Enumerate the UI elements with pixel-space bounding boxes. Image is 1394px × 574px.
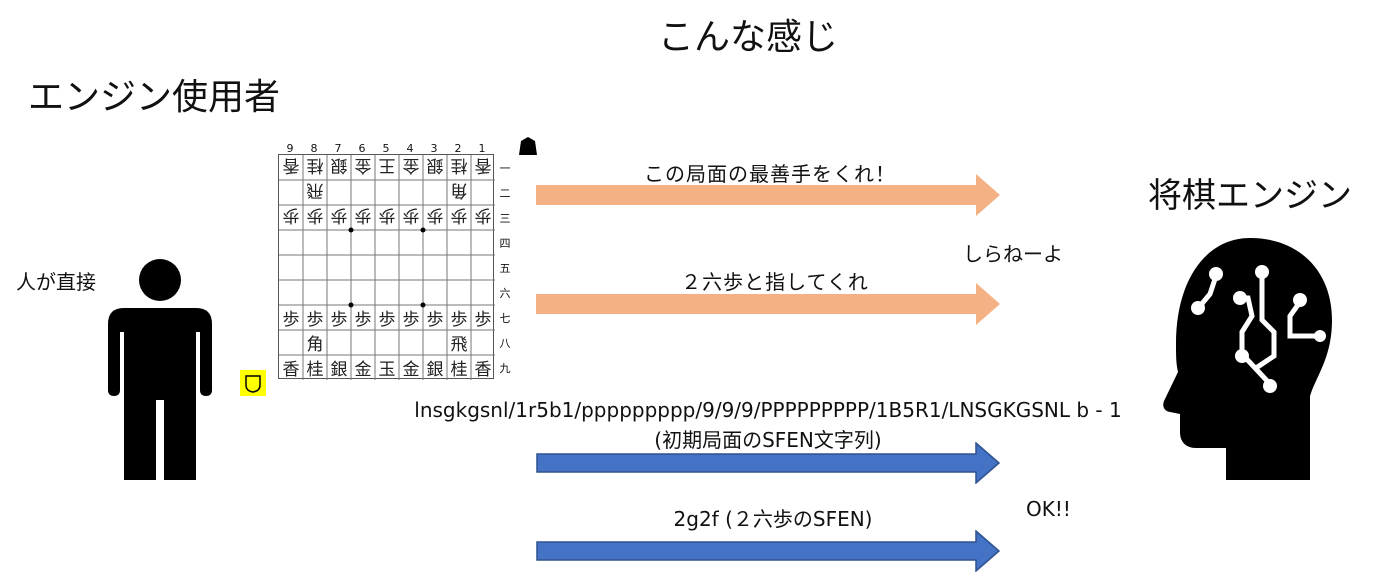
shogi-board: 香桂銀金王金銀桂香飛角歩歩歩歩歩歩歩歩歩歩歩歩歩歩歩歩歩歩角飛香桂銀金玉金銀桂香: [278, 154, 495, 380]
shogi-piece: 桂: [450, 155, 468, 175]
user-label: エンジン使用者: [28, 77, 281, 118]
arrow-sfen-position: [536, 442, 1001, 484]
shogi-piece: 銀: [426, 155, 444, 175]
shogi-piece: 歩: [450, 205, 468, 225]
shogi-piece: 玉: [378, 360, 396, 380]
sfen-move-message: 2g2f (２六歩のSFEN): [673, 507, 873, 531]
shogi-piece: 歩: [378, 310, 396, 330]
hand-marker: [240, 370, 266, 396]
shogi-piece: 香: [282, 155, 300, 175]
shogi-piece: 歩: [282, 310, 300, 330]
shogi-piece: 金: [402, 155, 420, 175]
shogi-piece: 桂: [450, 360, 468, 380]
board-rank-label: 八: [499, 337, 511, 350]
shogi-piece: 歩: [354, 310, 372, 330]
engine-label: 将棋エンジン: [1148, 176, 1352, 216]
shogi-piece: 桂: [306, 155, 324, 175]
shogi-piece-outline-icon: [245, 375, 261, 393]
shogi-piece: 歩: [402, 310, 420, 330]
shogi-piece: 歩: [450, 310, 468, 330]
shogi-piece: 歩: [330, 310, 348, 330]
shogi-piece: 王: [378, 155, 396, 175]
direct-label: 人が直接: [16, 270, 96, 294]
board-rank-label: 七: [499, 312, 511, 325]
arrow-best-move: [536, 174, 1000, 216]
shogi-piece: 角: [450, 180, 468, 200]
shogi-piece: 金: [354, 155, 372, 175]
shogi-piece: 飛: [306, 180, 324, 200]
shogi-piece: 歩: [474, 205, 492, 225]
shogi-piece: 香: [282, 360, 300, 380]
board-rank-label: 六: [499, 287, 511, 300]
shogi-piece: 金: [354, 360, 372, 380]
shogi-piece: 歩: [426, 310, 444, 330]
arrow-move-request: [536, 283, 1000, 325]
shogi-piece: 桂: [306, 360, 324, 380]
board-rank-label: 一: [499, 162, 511, 175]
ai-head-icon: [1163, 238, 1332, 480]
board-rank-label: 四: [499, 237, 511, 250]
shogi-piece: 角: [306, 335, 324, 355]
diagram-title: こんな感じ: [658, 17, 839, 58]
sfen-position-message: lnsgkgsnl/1r5b1/ppppppppp/9/9/9/PPPPPPPP…: [414, 398, 1122, 422]
shogi-piece: 銀: [330, 155, 348, 175]
board-rank-label: 三: [499, 212, 511, 225]
shogi-piece: 銀: [330, 360, 348, 380]
shogi-piece: 歩: [354, 205, 372, 225]
shogi-piece: 歩: [402, 205, 420, 225]
engine-reply-ok: OK!!: [1026, 497, 1071, 521]
shogi-piece: 飛: [450, 335, 468, 355]
shogi-piece: 歩: [306, 205, 324, 225]
shogi-piece: 銀: [426, 360, 444, 380]
shogi-piece: 金: [402, 360, 420, 380]
shogi-piece: 歩: [474, 310, 492, 330]
shogi-piece: 歩: [306, 310, 324, 330]
shogi-piece: 歩: [330, 205, 348, 225]
shogi-piece: 歩: [426, 205, 444, 225]
shogi-piece: 香: [474, 360, 492, 380]
shogi-piece: 歩: [378, 205, 396, 225]
person-icon: [108, 259, 212, 480]
shogi-piece: 香: [474, 155, 492, 175]
engine-reply-unknown: しらねーよ: [963, 242, 1063, 266]
shogi-piece: 歩: [282, 205, 300, 225]
board-rank-label: 九: [499, 362, 511, 375]
arrow-sfen-move: [536, 530, 1001, 572]
board-rank-label: 二: [499, 187, 511, 200]
board-rank-label: 五: [499, 262, 511, 275]
black-turn-marker-icon: [519, 137, 537, 155]
